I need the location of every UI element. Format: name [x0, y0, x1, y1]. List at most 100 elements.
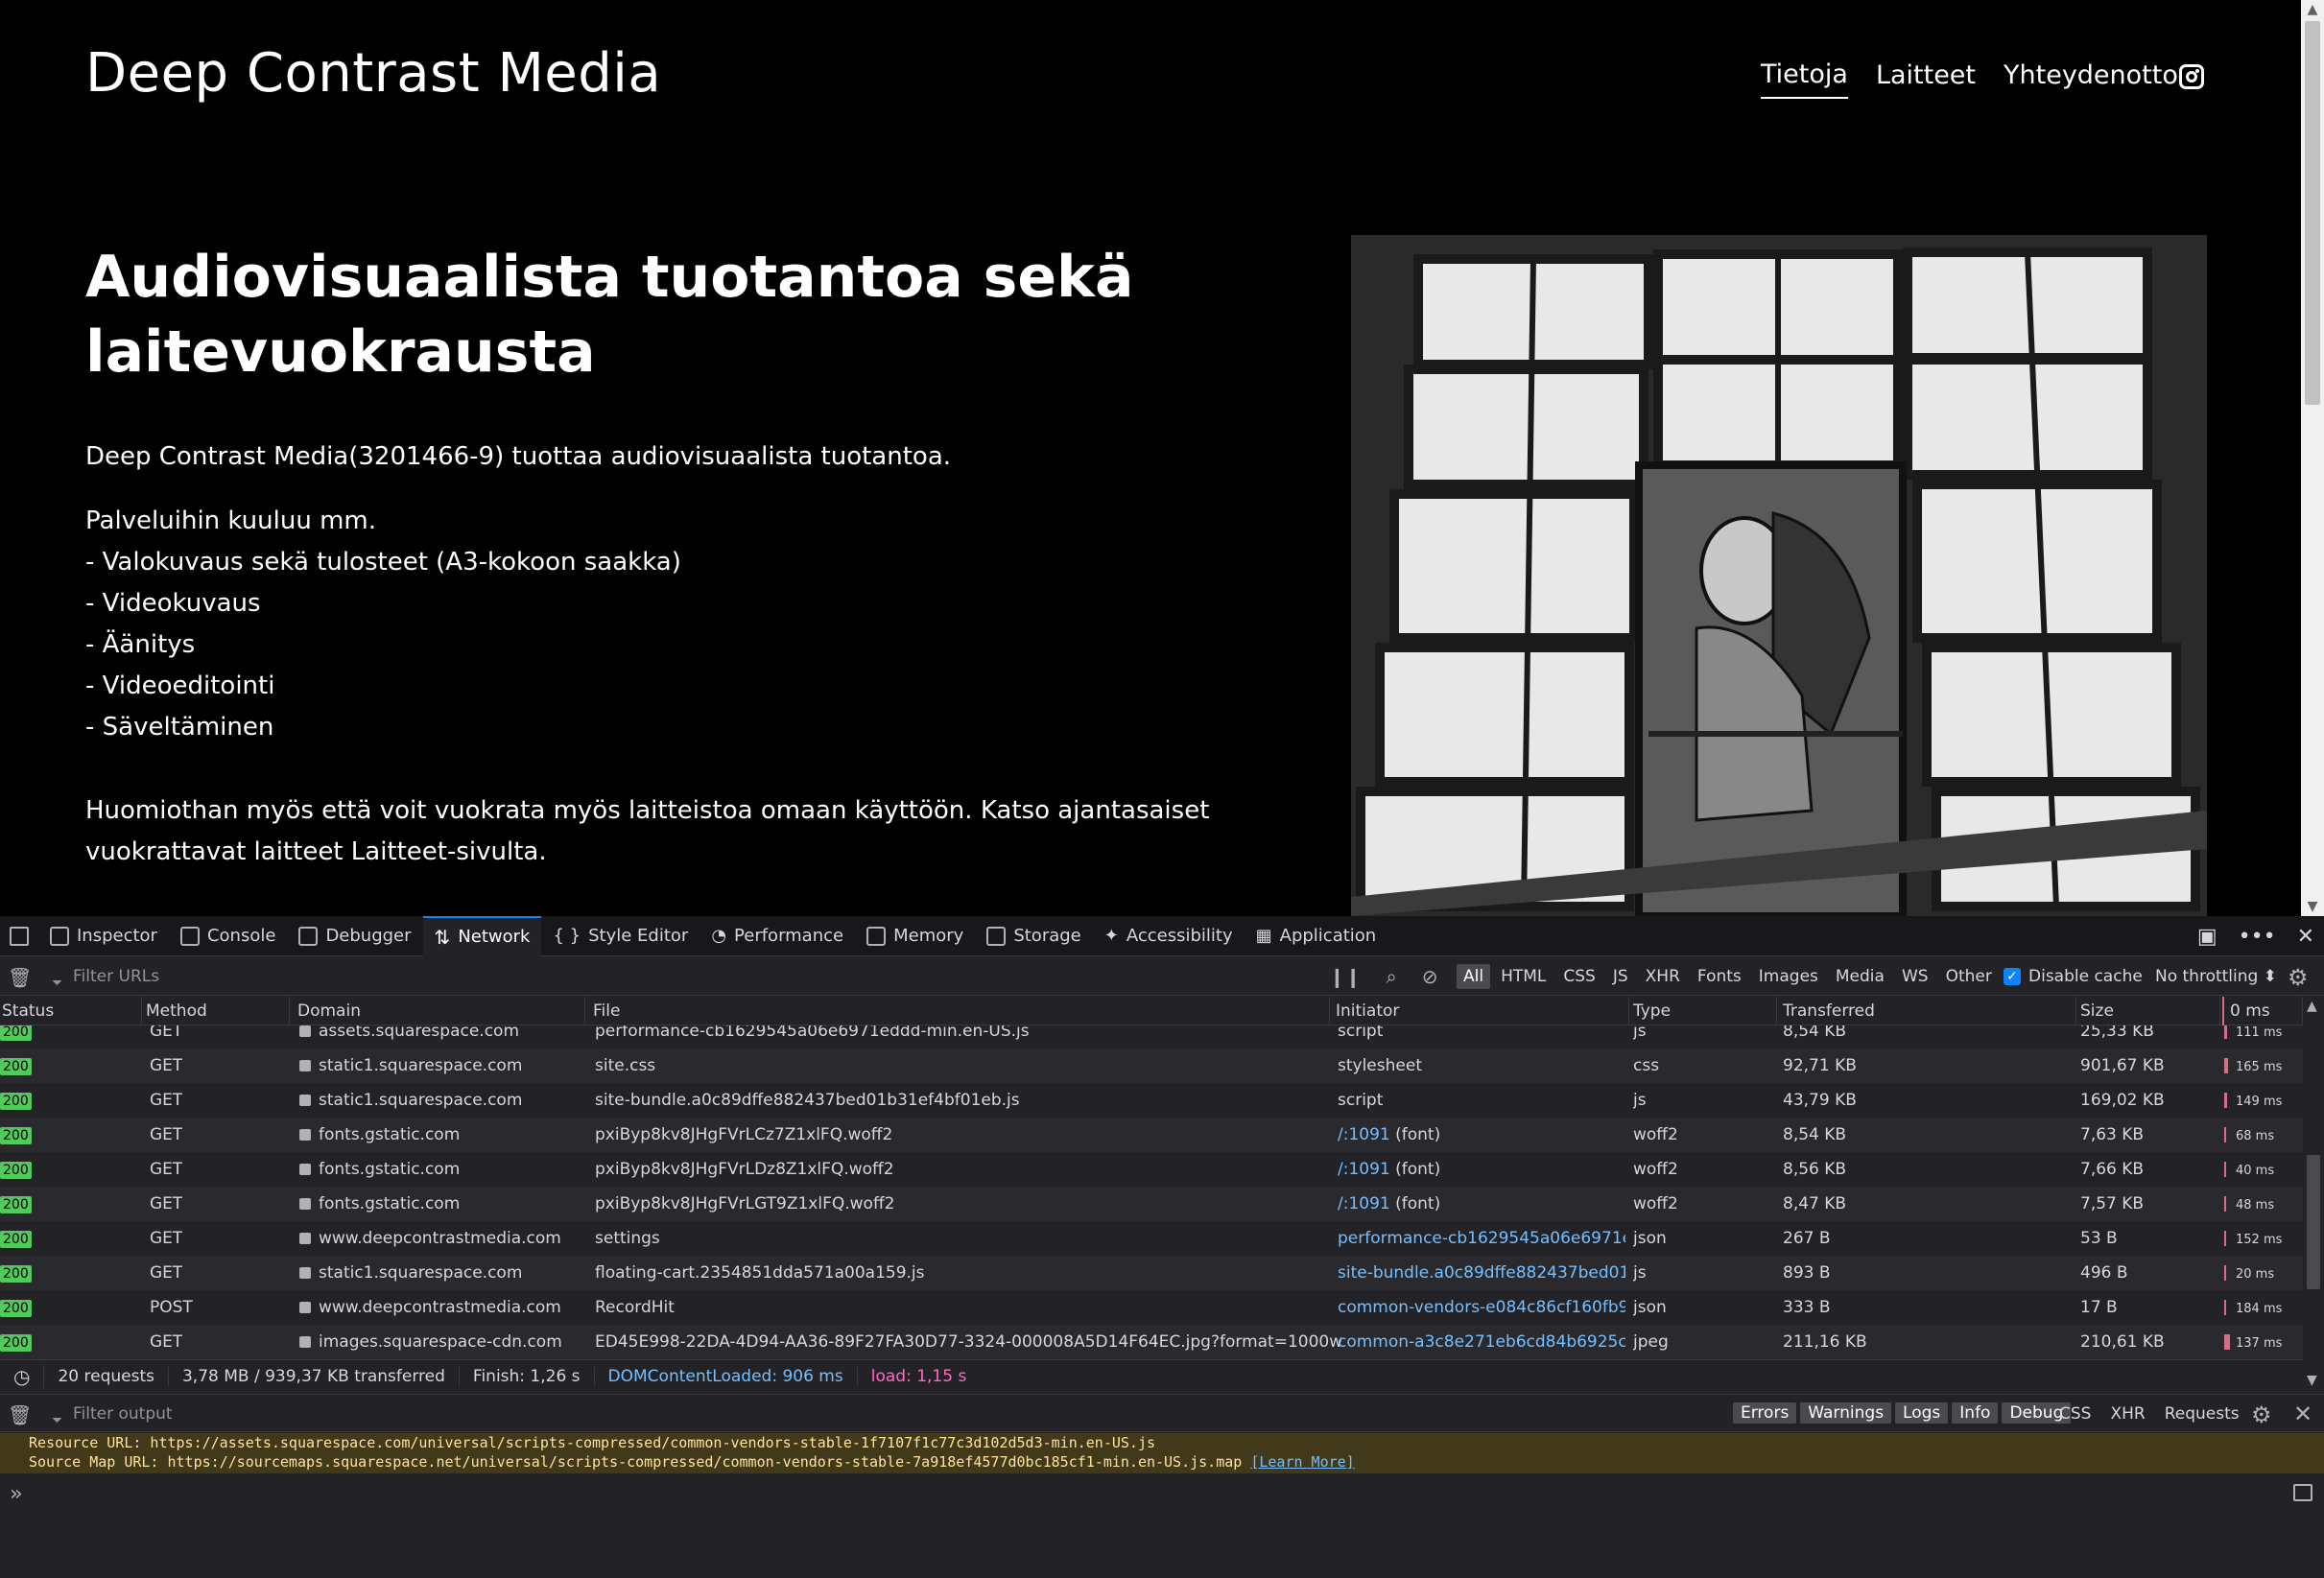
split-console-icon[interactable] — [2293, 1484, 2312, 1501]
initiator-text[interactable]: performance-cb1629545a06e6971edd... — [1338, 1229, 1625, 1248]
filter-all[interactable]: All — [1457, 964, 1491, 989]
tab-inspector[interactable]: Inspector — [38, 916, 169, 956]
filter-fonts[interactable]: Fonts — [1691, 964, 1748, 989]
throttling-select[interactable]: No throttling ⬍ — [2155, 967, 2277, 986]
network-scrollbar[interactable]: ▲ ▼ — [2303, 997, 2324, 1392]
table-row[interactable]: 200 GET www.deepcontrastmedia.com settings p… — [0, 1221, 2303, 1256]
filter-xhr[interactable]: XHR — [1639, 964, 1687, 989]
initiator-text[interactable]: /:1091 — [1338, 1194, 1390, 1213]
filter-html[interactable]: HTML — [1494, 964, 1553, 989]
scroll-up-icon[interactable]: ▲ — [2301, 0, 2324, 19]
table-row[interactable]: 200 GET fonts.gstatic.com pxiByp8kv8JHgFVrL… — [0, 1118, 2303, 1152]
scrollbar-thumb[interactable] — [2305, 21, 2320, 405]
initiator-text[interactable]: site-bundle.a0c89dffe882437bed01b3... — [1338, 1263, 1625, 1283]
filter-requests-messages[interactable]: Requests — [2165, 1404, 2240, 1424]
filter-output-input[interactable] — [50, 1402, 1681, 1425]
instagram-icon[interactable] — [2179, 64, 2204, 89]
learn-more-link[interactable]: [Learn More] — [1250, 1453, 1354, 1471]
status-badge: 200 — [0, 1025, 32, 1041]
filter-css[interactable]: CSS — [1556, 964, 1601, 989]
table-row[interactable]: 200 GET assets.squarespace.com performance-… — [0, 1025, 2303, 1048]
level-errors[interactable]: Errors — [1733, 1402, 1797, 1424]
filter-urls-input[interactable] — [50, 965, 1316, 988]
col-transferred[interactable]: Transferred — [1781, 997, 2076, 1025]
domain-text: static1.squarespace.com — [319, 1056, 523, 1075]
timer-icon[interactable]: ◷ — [0, 1364, 45, 1388]
cell-initiator: site-bundle.a0c89dffe882437bed01b3... — [1338, 1256, 1625, 1290]
level-warnings[interactable]: Warnings — [1800, 1402, 1892, 1424]
table-row[interactable]: 200 GET fonts.gstatic.com pxiByp8kv8JHgFVrL… — [0, 1187, 2303, 1221]
gear-icon[interactable]: ⚙ — [2288, 964, 2309, 991]
waterfall-bar — [2224, 1300, 2226, 1315]
nav-link-laitteet[interactable]: Laitteet — [1876, 60, 1976, 98]
filter-xhr-messages[interactable]: XHR — [2110, 1404, 2145, 1424]
tab-storage[interactable]: Storage — [975, 916, 1092, 956]
timing-text: 152 ms — [2236, 1233, 2283, 1247]
table-row[interactable]: 200 GET images.squarespace-cdn.com ED45E998… — [0, 1325, 2303, 1359]
console-prompt-icon[interactable]: » — [10, 1482, 22, 1506]
col-file[interactable]: File — [591, 997, 1330, 1025]
filter-other[interactable]: Other — [1939, 964, 1999, 989]
timing-text: 149 ms — [2236, 1095, 2283, 1109]
tab-memory[interactable]: Memory — [855, 916, 975, 956]
tab-application[interactable]: ▦ Application — [1245, 916, 1388, 956]
col-method[interactable]: Method — [144, 997, 290, 1025]
more-options-icon[interactable]: ••• — [2239, 925, 2276, 949]
close-icon[interactable]: ✕ — [2293, 1401, 2312, 1427]
col-type[interactable]: Type — [1631, 997, 1777, 1025]
waterfall-bar — [2224, 1231, 2226, 1246]
filter-css-messages[interactable]: CSS — [2059, 1404, 2091, 1424]
tab-network[interactable]: ⇅ Network — [422, 915, 542, 956]
cell-initiator: performance-cb1629545a06e6971edd... — [1338, 1221, 1625, 1256]
initiator-text[interactable]: common-a3c8e271eb6cd84b6925c-mi... — [1338, 1332, 1625, 1352]
page-scrollbar[interactable]: ▲ ▼ — [2301, 0, 2324, 916]
domain-text: fonts.gstatic.com — [319, 1194, 461, 1213]
nav-link-tietoja[interactable]: Tietoja — [1761, 59, 1848, 99]
scroll-up-icon[interactable]: ▲ — [2307, 999, 2317, 1014]
search-icon[interactable]: ⌕ — [1387, 965, 1397, 988]
block-icon[interactable]: ⊘ — [1422, 965, 1438, 988]
tab-accessibility[interactable]: ✦ Accessibility — [1093, 916, 1245, 956]
col-initiator[interactable]: Initiator — [1334, 997, 1629, 1025]
nav-link-yhteydenotto[interactable]: Yhteydenotto — [2004, 60, 2178, 98]
pause-icon[interactable]: ❙❙ — [1329, 965, 1362, 988]
trash-icon[interactable]: 🗑 — [8, 1403, 32, 1426]
scroll-down-icon[interactable]: ▼ — [2307, 1373, 2317, 1388]
scroll-down-icon[interactable]: ▼ — [2301, 897, 2324, 916]
gear-icon[interactable]: ⚙ — [2251, 1401, 2272, 1428]
filter-ws[interactable]: WS — [1895, 964, 1935, 989]
tab-console[interactable]: Console — [169, 916, 287, 956]
col-size[interactable]: Size — [2078, 997, 2220, 1025]
element-picker-icon[interactable] — [0, 916, 38, 956]
initiator-text[interactable]: common-vendors-e084c86cf160fb92c... — [1338, 1298, 1625, 1317]
initiator-text[interactable]: /:1091 — [1338, 1125, 1390, 1144]
col-domain[interactable]: Domain — [296, 997, 585, 1025]
tab-debugger[interactable]: Debugger — [287, 916, 422, 956]
disable-cache-toggle[interactable]: ✓ Disable cache — [2004, 967, 2143, 986]
filter-images[interactable]: Images — [1752, 964, 1825, 989]
table-row[interactable]: 200 POST www.deepcontrastmedia.com RecordHi… — [0, 1290, 2303, 1325]
col-waterfall[interactable]: 0 ms — [2222, 997, 2303, 1025]
table-row[interactable]: 200 GET static1.squarespace.com floating-ca… — [0, 1256, 2303, 1290]
level-logs[interactable]: Logs — [1895, 1402, 1949, 1424]
close-icon[interactable]: ✕ — [2297, 925, 2314, 949]
tab-style-editor[interactable]: { } Style Editor — [541, 916, 700, 956]
tab-performance[interactable]: ◔ Performance — [700, 916, 855, 956]
checkbox-checked-icon[interactable]: ✓ — [2004, 968, 2021, 985]
scrollbar-thumb[interactable] — [2307, 1155, 2320, 1289]
trash-icon[interactable]: 🗑 — [8, 966, 32, 989]
table-row[interactable]: 200 GET static1.squarespace.com site.css sty… — [0, 1048, 2303, 1083]
site-title[interactable]: Deep Contrast Media — [85, 42, 661, 105]
cell-method: GET — [150, 1125, 183, 1144]
level-info[interactable]: Info — [1952, 1402, 1999, 1424]
rental-note: Huomiothan myös että voit vuokrata myös … — [85, 796, 1210, 866]
filter-js[interactable]: JS — [1606, 964, 1635, 989]
filter-media[interactable]: Media — [1829, 964, 1891, 989]
col-status[interactable]: Status — [0, 997, 142, 1025]
initiator-text[interactable]: /:1091 — [1338, 1160, 1390, 1179]
dock-icon[interactable]: ▣ — [2197, 925, 2217, 949]
table-row[interactable]: 200 GET static1.squarespace.com site-bundle… — [0, 1083, 2303, 1118]
tab-label: Inspector — [77, 926, 157, 946]
table-row[interactable]: 200 GET fonts.gstatic.com pxiByp8kv8JHgFVrL… — [0, 1152, 2303, 1187]
cell-type: woff2 — [1633, 1160, 1678, 1179]
